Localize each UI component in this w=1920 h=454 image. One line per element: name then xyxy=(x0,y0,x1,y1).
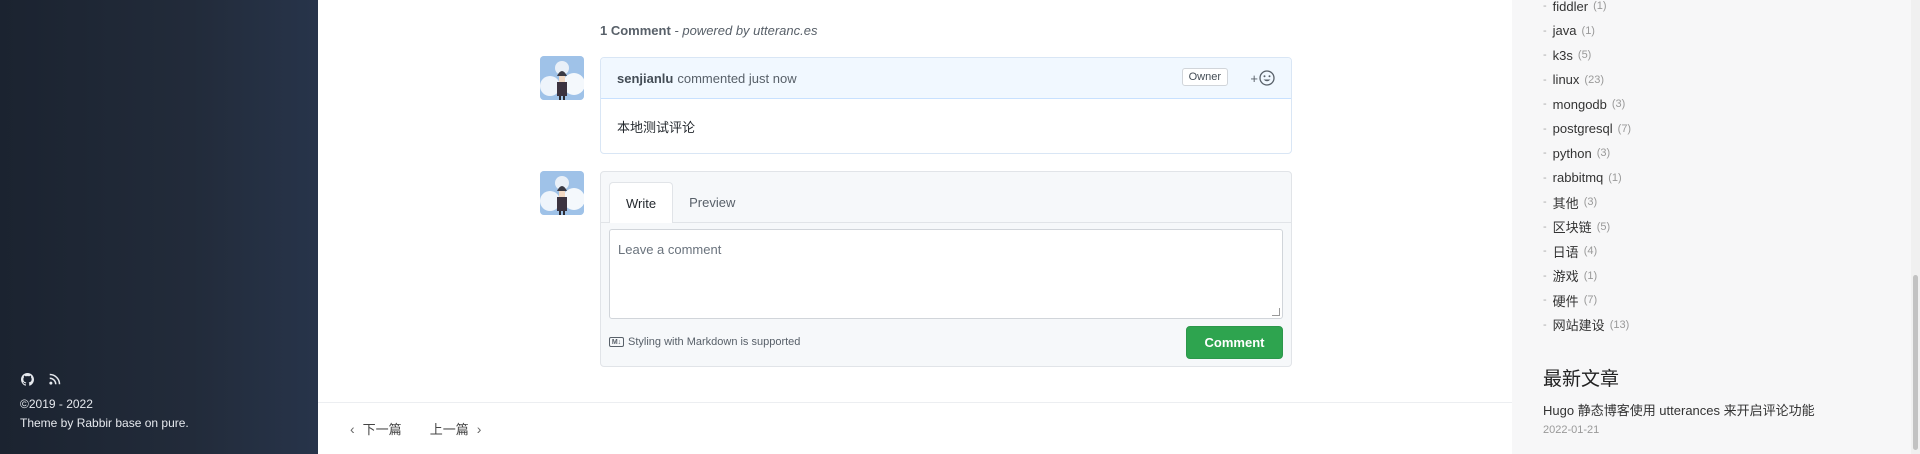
tag-bullet: - xyxy=(1543,73,1547,86)
tag-item[interactable]: - postgresql (7) xyxy=(1543,117,1631,142)
tag-item[interactable]: - 硬件 (7) xyxy=(1543,288,1631,313)
scrollbar-thumb[interactable] xyxy=(1913,275,1918,450)
markdown-note[interactable]: M↓ Styling with Markdown is supported xyxy=(609,336,800,348)
tag-name[interactable]: rabbitmq xyxy=(1553,170,1604,185)
footer-icons xyxy=(20,372,62,386)
tag-count: (1) xyxy=(1583,269,1598,282)
copyright-text: ©2019 - 2022 xyxy=(20,397,93,411)
tab-preview[interactable]: Preview xyxy=(673,182,751,223)
tag-name[interactable]: 区块链 xyxy=(1553,217,1592,236)
comment-textarea[interactable]: Leave a comment xyxy=(609,229,1283,319)
recent-post-link[interactable]: Hugo 静态博客使用 utterances 来开启评论功能 xyxy=(1543,400,1815,419)
add-reaction-button[interactable]: + xyxy=(1250,70,1275,86)
chevron-right-icon: › xyxy=(476,420,482,437)
comment-card: senjianlu commented just now Owner + 本地测… xyxy=(600,57,1292,154)
theme-credit: Theme by Rabbir base on pure. xyxy=(20,416,189,430)
post-pager: ‹ 下一篇 上一篇 › xyxy=(350,419,481,438)
tag-name[interactable]: mongodb xyxy=(1553,97,1607,112)
comment-placeholder: Leave a comment xyxy=(618,242,722,257)
tag-bullet: - xyxy=(1543,98,1547,111)
tag-item[interactable]: - mongodb (3) xyxy=(1543,92,1631,117)
tag-item[interactable]: - 日语 (4) xyxy=(1543,239,1631,264)
tag-name[interactable]: fiddler xyxy=(1553,0,1588,14)
tag-name[interactable]: python xyxy=(1553,146,1592,161)
tag-item[interactable]: - 其他 (3) xyxy=(1543,190,1631,215)
tag-name[interactable]: 游戏 xyxy=(1553,266,1579,285)
editor-tabs: Write Preview xyxy=(609,182,751,223)
comment-count: 1 Comment - powered by utteranc.es xyxy=(600,23,818,38)
tag-name[interactable]: 其他 xyxy=(1553,193,1579,212)
tag-bullet: - xyxy=(1543,269,1547,282)
owner-badge: Owner xyxy=(1181,68,1228,86)
comment-count-label: 1 Comment xyxy=(600,23,671,38)
tag-count: (1) xyxy=(1593,0,1607,13)
tag-item[interactable]: - python (3) xyxy=(1543,141,1631,166)
tag-bullet: - xyxy=(1543,196,1547,209)
tag-count: (3) xyxy=(1596,147,1611,160)
rss-icon[interactable] xyxy=(48,372,62,386)
tag-bullet: - xyxy=(1543,171,1547,184)
tag-count: (7) xyxy=(1583,294,1598,307)
tag-list: - fiddler (1) - java (1) - k3s (5) - linux (23) - mon… xyxy=(1543,0,1631,337)
markdown-note-text: Styling with Markdown is supported xyxy=(628,336,801,348)
comment-submit-button[interactable]: Comment xyxy=(1186,326,1283,359)
new-comment-form: Write Preview Leave a comment M↓ Styling… xyxy=(600,171,1292,367)
tag-bullet: - xyxy=(1543,24,1547,37)
avatar[interactable] xyxy=(540,171,584,215)
tag-count: (4) xyxy=(1583,245,1598,258)
tag-item[interactable]: - linux (23) xyxy=(1543,68,1631,93)
left-sidebar: ©2019 - 2022 Theme by Rabbir base on pur… xyxy=(0,0,318,454)
next-post-link[interactable]: 下一篇 xyxy=(363,419,402,438)
tag-name[interactable]: java xyxy=(1553,23,1577,38)
tag-bullet: - xyxy=(1543,318,1547,331)
tag-bullet: - xyxy=(1543,0,1547,13)
tag-item[interactable]: - rabbitmq (1) xyxy=(1543,166,1631,191)
tag-name[interactable]: 硬件 xyxy=(1553,291,1579,310)
tag-count: (13) xyxy=(1609,318,1630,331)
powered-by-text[interactable]: - powered by utteranc.es xyxy=(671,23,817,38)
content-divider xyxy=(318,402,1512,403)
tag-count: (3) xyxy=(1583,196,1598,209)
tag-bullet: - xyxy=(1543,49,1547,62)
tag-bullet: - xyxy=(1543,220,1547,233)
avatar[interactable] xyxy=(540,56,584,100)
resize-handle[interactable] xyxy=(1272,308,1280,316)
chevron-left-icon: ‹ xyxy=(350,420,355,437)
recent-posts-title: 最新文章 xyxy=(1543,369,1620,390)
tab-write[interactable]: Write xyxy=(609,182,674,223)
tag-bullet: - xyxy=(1543,294,1547,307)
plus-label: + xyxy=(1250,70,1258,86)
tag-item[interactable]: - 游戏 (1) xyxy=(1543,264,1631,289)
tag-item[interactable]: - 网站建设 (13) xyxy=(1543,313,1631,338)
comment-body: 本地测试评论 xyxy=(617,120,696,135)
tag-name[interactable]: postgresql xyxy=(1553,121,1613,136)
tag-item[interactable]: - fiddler (1) xyxy=(1543,0,1631,19)
tag-item[interactable]: - k3s (5) xyxy=(1543,43,1631,68)
tag-count: (1) xyxy=(1581,24,1595,37)
prev-post-link[interactable]: 上一篇 xyxy=(430,419,469,438)
tag-bullet: - xyxy=(1543,122,1547,135)
tag-name[interactable]: 网站建设 xyxy=(1553,315,1605,334)
markdown-icon: M↓ xyxy=(609,337,624,347)
comment-header: senjianlu commented just now Owner + xyxy=(601,58,1291,99)
tag-count: (1) xyxy=(1608,171,1622,184)
tag-count: (5) xyxy=(1596,220,1611,233)
tag-count: (5) xyxy=(1577,49,1592,62)
tag-count: (3) xyxy=(1611,98,1626,111)
smiley-icon xyxy=(1259,70,1275,86)
tag-bullet: - xyxy=(1543,147,1547,160)
github-icon[interactable] xyxy=(20,372,34,386)
tag-bullet: - xyxy=(1543,245,1547,258)
tag-name[interactable]: k3s xyxy=(1553,48,1573,63)
blog-page: ©2019 - 2022 Theme by Rabbir base on pur… xyxy=(0,0,1920,454)
comment-author[interactable]: senjianlu xyxy=(617,71,673,86)
tag-item[interactable]: - 区块链 (5) xyxy=(1543,215,1631,240)
comment-meta[interactable]: commented just now xyxy=(677,71,796,86)
tag-name[interactable]: linux xyxy=(1553,72,1580,87)
tag-count: (23) xyxy=(1584,73,1604,86)
tag-name[interactable]: 日语 xyxy=(1553,242,1579,261)
tag-count: (7) xyxy=(1617,122,1632,135)
tag-item[interactable]: - java (1) xyxy=(1543,19,1631,44)
recent-post-date: 2022-01-21 xyxy=(1543,424,1600,436)
